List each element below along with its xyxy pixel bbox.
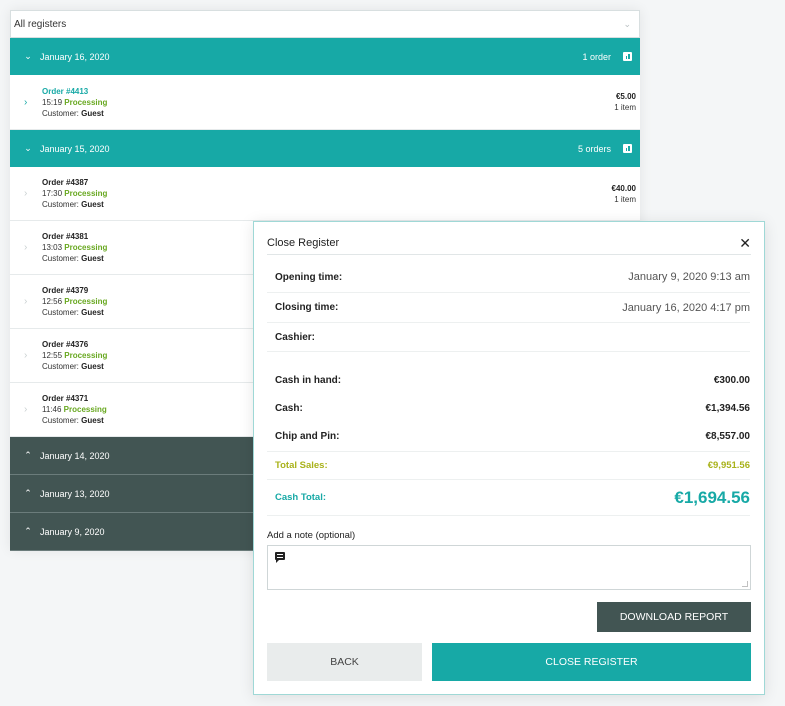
order-row[interactable]: › Order #4387 17:30 Processing Customer:…	[10, 167, 640, 221]
chevron-up-icon: ⌃	[24, 450, 32, 460]
resize-handle[interactable]	[742, 581, 748, 587]
cash-value: €1,394.56	[705, 402, 751, 414]
chevron-down-icon: ⌄	[623, 18, 631, 29]
chevron-right-icon: ›	[24, 188, 28, 199]
order-time: 15:19	[42, 97, 63, 107]
total-sales-label: Total Sales:	[275, 460, 328, 471]
comment-icon	[275, 552, 285, 563]
chevron-up-icon: ⌃	[24, 488, 32, 498]
opening-time-value: January 9, 2020 9:13 am	[628, 271, 750, 283]
cash-total-label: Cash Total:	[275, 492, 327, 503]
cash-total-row: Cash Total: €1,694.56	[267, 480, 750, 516]
chevron-right-icon: ›	[24, 242, 28, 253]
close-register-dialog: Close Register ✕ Opening time: January 9…	[253, 221, 765, 695]
register-select[interactable]: All registers ⌄	[10, 10, 640, 38]
customer-label: Customer:	[42, 254, 79, 263]
note-label: Add a note (optional)	[267, 530, 356, 541]
opening-time-row: Opening time: January 9, 2020 9:13 am	[267, 262, 750, 293]
closing-time-label: Closing time:	[275, 302, 339, 313]
order-time: 12:56	[42, 297, 63, 306]
order-total: €5.00 1 item	[614, 91, 636, 113]
chevron-down-icon: ⌄	[24, 143, 32, 153]
day-date: January 15, 2020	[40, 143, 110, 154]
chevron-down-icon: ⌄	[24, 51, 32, 61]
order-row[interactable]: › Order #4413 15:19 Processing Customer:…	[10, 75, 640, 130]
close-register-button[interactable]: CLOSE REGISTER	[432, 643, 751, 681]
order-time: 12:55	[42, 351, 63, 360]
cash-in-hand-label: Cash in hand:	[275, 374, 342, 386]
order-time: 13:03	[42, 243, 63, 252]
customer-name: Guest	[81, 254, 104, 263]
order-status: Processing	[64, 297, 108, 306]
order-items: 1 item	[614, 103, 636, 112]
day-header-jan-15[interactable]: ⌄ January 15, 2020 5 orders	[10, 130, 640, 167]
register-select-value: All registers	[14, 18, 67, 30]
register-summary: Opening time: January 9, 2020 9:13 am Cl…	[267, 262, 750, 516]
closing-time-row: Closing time: January 16, 2020 4:17 pm	[267, 293, 750, 323]
customer-label: Customer:	[42, 416, 79, 425]
order-items: 1 item	[614, 194, 636, 204]
order-amount: €5.00	[615, 92, 636, 101]
day-header-jan-16[interactable]: ⌄ January 16, 2020 1 order	[10, 38, 640, 75]
day-order-count: 5 orders	[577, 143, 611, 154]
cash-row: Cash: €1,394.56	[267, 394, 750, 422]
chip-and-pin-row: Chip and Pin: €8,557.00	[267, 422, 750, 452]
order-status: Processing	[64, 243, 108, 252]
close-icon[interactable]: ✕	[739, 236, 751, 250]
customer-label: Customer:	[42, 308, 79, 317]
note-textarea[interactable]	[267, 545, 751, 590]
opening-time-label: Opening time:	[275, 271, 343, 283]
download-report-button[interactable]: DOWNLOAD REPORT	[597, 602, 751, 632]
customer-name: Guest	[81, 108, 104, 118]
order-status: Processing	[64, 97, 108, 107]
customer-name: Guest	[81, 362, 104, 371]
bar-chart-icon[interactable]	[623, 52, 632, 61]
order-status: Processing	[63, 405, 107, 414]
cashier-label: Cashier:	[275, 331, 316, 343]
dialog-header: Close Register ✕	[267, 231, 751, 255]
order-info: Order #4413 15:19 Processing Customer: G…	[42, 86, 614, 119]
chevron-right-icon: ›	[24, 96, 28, 108]
order-amount: €40.00	[611, 183, 636, 193]
customer-label: Customer:	[42, 362, 79, 371]
chevron-right-icon: ›	[24, 350, 28, 361]
customer-name: Guest	[81, 308, 104, 317]
order-total: €40.00 1 item	[612, 183, 636, 205]
customer-label: Customer:	[42, 200, 79, 209]
back-button[interactable]: BACK	[267, 643, 422, 681]
day-date: January 14, 2020	[40, 450, 110, 461]
customer-name: Guest	[81, 416, 104, 425]
order-time: 11:46	[42, 405, 62, 414]
day-order-count: 1 order	[582, 51, 611, 62]
bar-chart-icon[interactable]	[623, 144, 632, 153]
chevron-up-icon: ⌃	[24, 526, 32, 536]
order-info: Order #4387 17:30 Processing Customer: G…	[42, 177, 612, 210]
order-status: Processing	[64, 189, 108, 198]
order-status: Processing	[64, 351, 108, 360]
customer-name: Guest	[81, 200, 104, 209]
cash-in-hand-row: Cash in hand: €300.00	[267, 352, 750, 394]
chip-and-pin-label: Chip and Pin:	[275, 431, 340, 442]
cash-total-value: €1,694.56	[674, 487, 750, 507]
chevron-right-icon: ›	[24, 404, 28, 415]
day-date: January 9, 2020	[40, 526, 105, 537]
chevron-right-icon: ›	[24, 296, 28, 307]
cash-label: Cash:	[275, 402, 303, 414]
closing-time-value: January 16, 2020 4:17 pm	[622, 301, 750, 314]
total-sales-value: €9,951.56	[707, 460, 750, 471]
order-time: 17:30	[42, 189, 63, 198]
customer-label: Customer:	[42, 108, 79, 118]
dialog-title: Close Register	[267, 236, 340, 249]
day-date: January 16, 2020	[40, 51, 110, 62]
cashier-row: Cashier:	[267, 323, 750, 352]
chip-and-pin-value: €8,557.00	[705, 431, 751, 442]
order-number: Order #4387	[42, 178, 89, 187]
total-sales-row: Total Sales: €9,951.56	[267, 452, 750, 480]
cash-in-hand-value: €300.00	[713, 374, 750, 386]
order-number: Order #4413	[42, 86, 89, 96]
day-date: January 13, 2020	[40, 488, 110, 499]
